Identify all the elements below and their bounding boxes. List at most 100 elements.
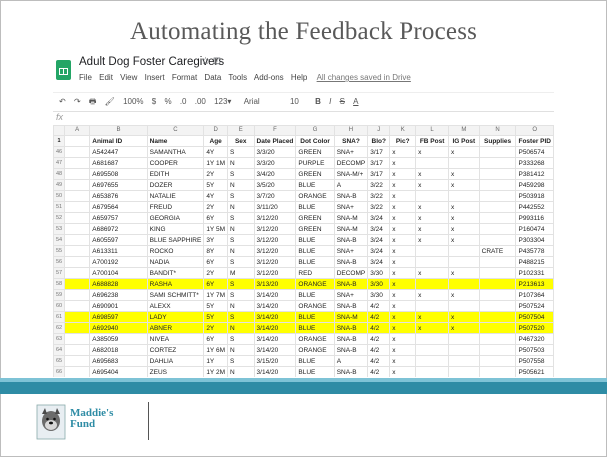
cell-pid[interactable]: P107364 (515, 289, 554, 301)
cell-name[interactable]: FREUD (146, 201, 205, 213)
cell-age[interactable]: 6Y (203, 278, 228, 290)
cell-fb[interactable] (415, 355, 450, 367)
column-letter[interactable]: O (515, 125, 554, 136)
cell-fb[interactable]: x (415, 212, 450, 224)
cell-ig[interactable] (448, 333, 480, 345)
cell-sup[interactable] (478, 179, 517, 191)
cell-ig[interactable]: x (448, 234, 480, 246)
cell-age[interactable]: 6Y (203, 256, 228, 268)
strikethrough-button[interactable]: S (340, 93, 345, 111)
cell-fb[interactable] (415, 256, 450, 268)
cell-sna[interactable]: SNA-B (333, 256, 369, 268)
cell-id[interactable]: A698597 (89, 311, 148, 323)
cell-dot[interactable]: ORANGE (295, 333, 335, 345)
cell-ig[interactable] (448, 366, 480, 377)
redo-icon[interactable]: ↷ (74, 93, 81, 111)
cell-name[interactable]: ROCKO (146, 245, 205, 257)
cell-pic[interactable]: x (389, 190, 417, 202)
cell-dot[interactable]: GREEN (295, 212, 335, 224)
cell-blo[interactable]: 3/17 (367, 168, 391, 180)
menu-format[interactable]: Format (172, 73, 197, 82)
cell-sex[interactable]: N (226, 201, 255, 213)
cell-age[interactable]: 5Y (203, 300, 228, 312)
row-number[interactable]: 53 (53, 223, 66, 235)
cell-dot[interactable]: BLUE (295, 289, 335, 301)
paint-format-icon[interactable]: 🖌 (105, 93, 115, 111)
cell-sex[interactable]: N (226, 157, 255, 169)
cell-pic[interactable]: x (389, 157, 417, 169)
cell-ig[interactable] (448, 278, 480, 290)
cell-date[interactable]: 3/12/20 (253, 245, 297, 257)
cell-id[interactable]: A613311 (89, 245, 148, 257)
cell-ig[interactable]: x (448, 267, 480, 279)
cell-ig[interactable]: x (448, 179, 480, 191)
cell-name[interactable]: SAMI SCHMITT* (146, 289, 205, 301)
cell-dot[interactable]: BLUE (295, 322, 335, 334)
cell-pic[interactable]: x (389, 267, 417, 279)
cell-id[interactable]: A700104 (89, 267, 148, 279)
cell-ig[interactable]: x (448, 223, 480, 235)
cell-sup[interactable] (478, 344, 517, 356)
cell-pid[interactable]: P507504 (515, 311, 554, 323)
cell-fb[interactable] (415, 344, 450, 356)
cell-sna[interactable]: SNA-B (333, 234, 369, 246)
cell-id[interactable]: A695404 (89, 366, 148, 377)
cell-sna[interactable]: SNA-B (333, 300, 369, 312)
cell-sex[interactable]: N (226, 245, 255, 257)
cell-pid[interactable]: P507524 (515, 300, 554, 312)
cell-blo[interactable]: 4/2 (367, 322, 391, 334)
cell-age[interactable]: 2Y (203, 322, 228, 334)
row-number[interactable]: 55 (53, 245, 66, 257)
cell-name[interactable]: BANDIT* (146, 267, 205, 279)
column-header[interactable]: Supplies (478, 135, 517, 147)
cell-age[interactable]: 1Y (203, 355, 228, 367)
cell-sup[interactable] (478, 212, 517, 224)
cell-dot[interactable]: GREEN (295, 146, 335, 158)
increase-decimal-button[interactable]: .00 (195, 93, 206, 111)
cell-pid[interactable]: P102331 (515, 267, 554, 279)
cell-dot[interactable]: GREEN (295, 223, 335, 235)
cell-blo[interactable]: 3/24 (367, 256, 391, 268)
cell-sup[interactable] (478, 223, 517, 235)
cell-dot[interactable]: ORANGE (295, 344, 335, 356)
cell-id[interactable]: A696238 (89, 289, 148, 301)
font-size-select[interactable]: 10 (290, 93, 299, 111)
cell-sex[interactable]: N (226, 300, 255, 312)
cell-name[interactable]: DAHLIA (146, 355, 205, 367)
row-number[interactable]: 1 (53, 135, 66, 147)
cell-fb[interactable]: x (415, 267, 450, 279)
cell-name[interactable]: ALEXX (146, 300, 205, 312)
cell-fb[interactable]: x (415, 322, 450, 334)
cell-sup[interactable] (478, 201, 517, 213)
column-header[interactable]: IG Post (448, 135, 480, 147)
cell-name[interactable]: DOZER (146, 179, 205, 191)
cell-ig[interactable]: x (448, 146, 480, 158)
cell-ig[interactable] (448, 190, 480, 202)
row-number[interactable]: 59 (53, 289, 66, 301)
cell-blo[interactable]: 3/22 (367, 201, 391, 213)
cell-age[interactable]: 6Y (203, 212, 228, 224)
cell-ig[interactable]: x (448, 322, 480, 334)
cell-sex[interactable]: S (226, 190, 255, 202)
cell-pic[interactable]: x (389, 322, 417, 334)
cell-id[interactable]: A682018 (89, 344, 148, 356)
print-icon[interactable]: 🖶 (89, 93, 97, 111)
cell-id[interactable]: A686972 (89, 223, 148, 235)
cell-name[interactable]: GEORGIA (146, 212, 205, 224)
cell-age[interactable]: 5Y (203, 179, 228, 191)
cell-pid[interactable]: P488215 (515, 256, 554, 268)
cell-blo[interactable]: 3/30 (367, 289, 391, 301)
menu-view[interactable]: View (120, 73, 137, 82)
cell-ig[interactable] (448, 355, 480, 367)
cell-sex[interactable]: S (226, 146, 255, 158)
cell-date[interactable]: 3/3/20 (253, 157, 297, 169)
cell-sup[interactable] (478, 234, 517, 246)
cell-sup[interactable] (478, 157, 517, 169)
cell-age[interactable]: 6Y (203, 333, 228, 345)
cell-sex[interactable]: N (226, 366, 255, 377)
cell-fb[interactable] (415, 300, 450, 312)
column-letter[interactable]: M (448, 125, 480, 136)
text-color-button[interactable]: A (353, 93, 358, 111)
formula-bar[interactable]: fx (53, 111, 554, 126)
cell-blo[interactable]: 4/2 (367, 344, 391, 356)
